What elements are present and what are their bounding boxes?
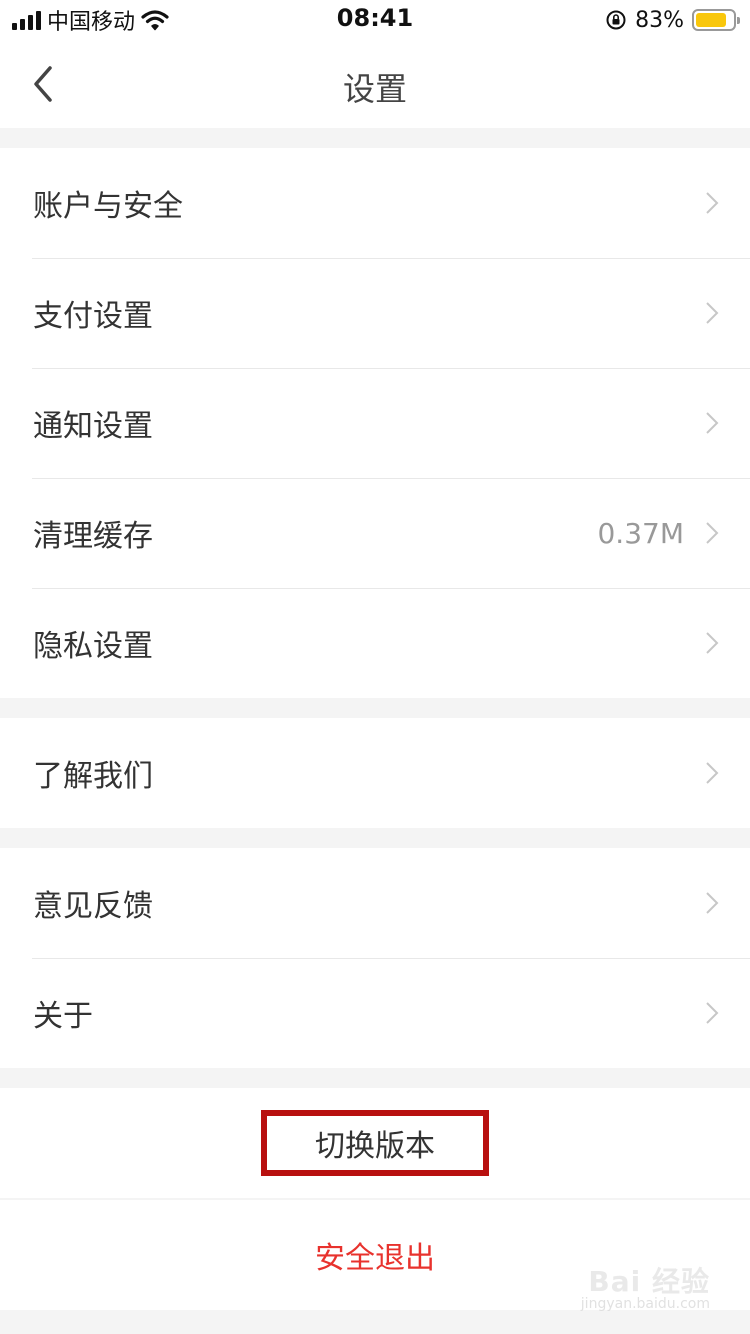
row-feedback[interactable]: 意见反馈 xyxy=(0,848,750,958)
row-clear-cache[interactable]: 清理缓存 0.37M xyxy=(0,478,750,588)
battery-percent: 83% xyxy=(635,7,684,33)
chevron-right-icon xyxy=(706,892,719,914)
battery-icon xyxy=(692,9,740,31)
chevron-right-icon xyxy=(706,762,719,784)
rotation-lock-icon xyxy=(606,10,626,30)
row-label: 关于 xyxy=(33,999,93,1034)
chevron-right-icon xyxy=(706,302,719,324)
page-title: 设置 xyxy=(342,70,407,108)
logout-row: 安全退出 xyxy=(0,1200,750,1310)
chevron-right-icon xyxy=(706,192,719,214)
settings-group-about-us: 了解我们 xyxy=(0,718,750,828)
row-payment-settings[interactable]: 支付设置 xyxy=(0,258,750,368)
chevron-right-icon xyxy=(706,1002,719,1024)
chevron-right-icon xyxy=(706,412,719,434)
row-label: 了解我们 xyxy=(33,759,153,794)
chevron-right-icon xyxy=(706,522,719,544)
nav-bar: 设置 xyxy=(0,40,750,128)
cache-size-value: 0.37M xyxy=(597,516,684,550)
switch-version-button[interactable]: 切换版本 xyxy=(261,1110,489,1176)
row-notification-settings[interactable]: 通知设置 xyxy=(0,368,750,478)
row-account-security[interactable]: 账户与安全 xyxy=(0,148,750,258)
settings-group-main: 账户与安全 支付设置 通知设置 清理缓存 0.37M 隐私设置 xyxy=(0,148,750,698)
logout-button[interactable]: 安全退出 xyxy=(315,1233,435,1277)
row-about-us[interactable]: 了解我们 xyxy=(0,718,750,828)
row-label: 隐私设置 xyxy=(33,629,153,664)
battery-fill xyxy=(696,13,726,27)
row-label: 通知设置 xyxy=(33,409,153,444)
row-about[interactable]: 关于 xyxy=(0,958,750,1068)
status-bar: 中国移动 08:41 83% xyxy=(0,0,750,40)
row-privacy-settings[interactable]: 隐私设置 xyxy=(0,588,750,698)
switch-version-row: 切换版本 xyxy=(0,1088,750,1198)
status-right: 83% xyxy=(605,6,740,34)
settings-group-feedback: 意见反馈 关于 xyxy=(0,848,750,1068)
row-label: 支付设置 xyxy=(33,299,153,334)
row-label: 账户与安全 xyxy=(33,189,183,224)
row-label: 意见反馈 xyxy=(33,889,153,924)
row-label: 清理缓存 xyxy=(33,519,153,554)
chevron-right-icon xyxy=(706,632,719,654)
